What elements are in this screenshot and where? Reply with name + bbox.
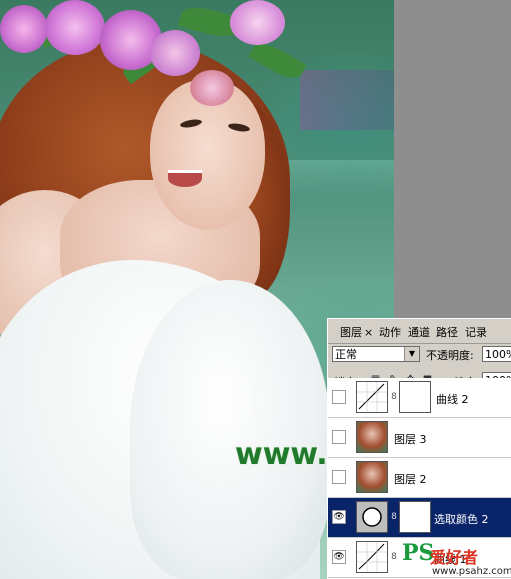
- visibility-toggle[interactable]: [332, 390, 346, 404]
- selective-color-thumbnail-icon: [356, 501, 388, 533]
- panel-tabs: 图层 × 动作 通道 路径 记录: [328, 319, 511, 344]
- tab-actions[interactable]: 动作: [379, 324, 401, 340]
- link-icon[interactable]: 8: [391, 391, 397, 403]
- blend-mode-select[interactable]: 正常 ▼: [332, 346, 420, 362]
- ps-logo-url: www.psahz.com: [432, 566, 511, 577]
- visibility-toggle[interactable]: [332, 470, 346, 484]
- close-icon[interactable]: ×: [364, 326, 373, 339]
- mask-thumbnail[interactable]: [399, 381, 431, 413]
- curves-thumbnail-icon: [356, 381, 388, 413]
- layer-row-curves-2[interactable]: 8 曲线 2: [328, 378, 511, 418]
- opacity-label: 不透明度:: [426, 349, 474, 362]
- tab-history[interactable]: 记录: [465, 324, 487, 340]
- link-icon[interactable]: 8: [391, 551, 397, 563]
- chevron-down-icon: ▼: [404, 347, 419, 361]
- eye-icon[interactable]: 👁: [332, 550, 346, 564]
- layer-name: 图层 3: [394, 433, 427, 446]
- link-icon[interactable]: 8: [391, 511, 397, 523]
- eye-icon[interactable]: 👁: [332, 510, 346, 524]
- tab-layers[interactable]: 图层 ×: [340, 324, 374, 340]
- tab-channels[interactable]: 通道: [408, 324, 430, 340]
- visibility-toggle[interactable]: [332, 430, 346, 444]
- layer-row-layer-2[interactable]: 图层 2: [328, 458, 511, 498]
- layer-name: 选取颜色 2: [434, 513, 489, 526]
- curves-thumbnail-icon: [356, 541, 388, 573]
- ps-logo-tagline: 爱好者: [430, 548, 479, 567]
- layer-thumbnail: [356, 461, 388, 493]
- layer-row-selective-color-2[interactable]: 👁 8 选取颜色 2: [328, 498, 511, 538]
- blend-row: 正常 ▼ 不透明度: 100%: [332, 346, 511, 366]
- layer-name: 图层 2: [394, 473, 427, 486]
- tab-paths[interactable]: 路径: [436, 324, 458, 340]
- mask-thumbnail[interactable]: [399, 501, 431, 533]
- layer-name: 曲线 2: [436, 393, 469, 406]
- opacity-input[interactable]: 100%: [482, 346, 511, 362]
- layer-row-layer-3[interactable]: 图层 3: [328, 418, 511, 458]
- layer-thumbnail: [356, 421, 388, 453]
